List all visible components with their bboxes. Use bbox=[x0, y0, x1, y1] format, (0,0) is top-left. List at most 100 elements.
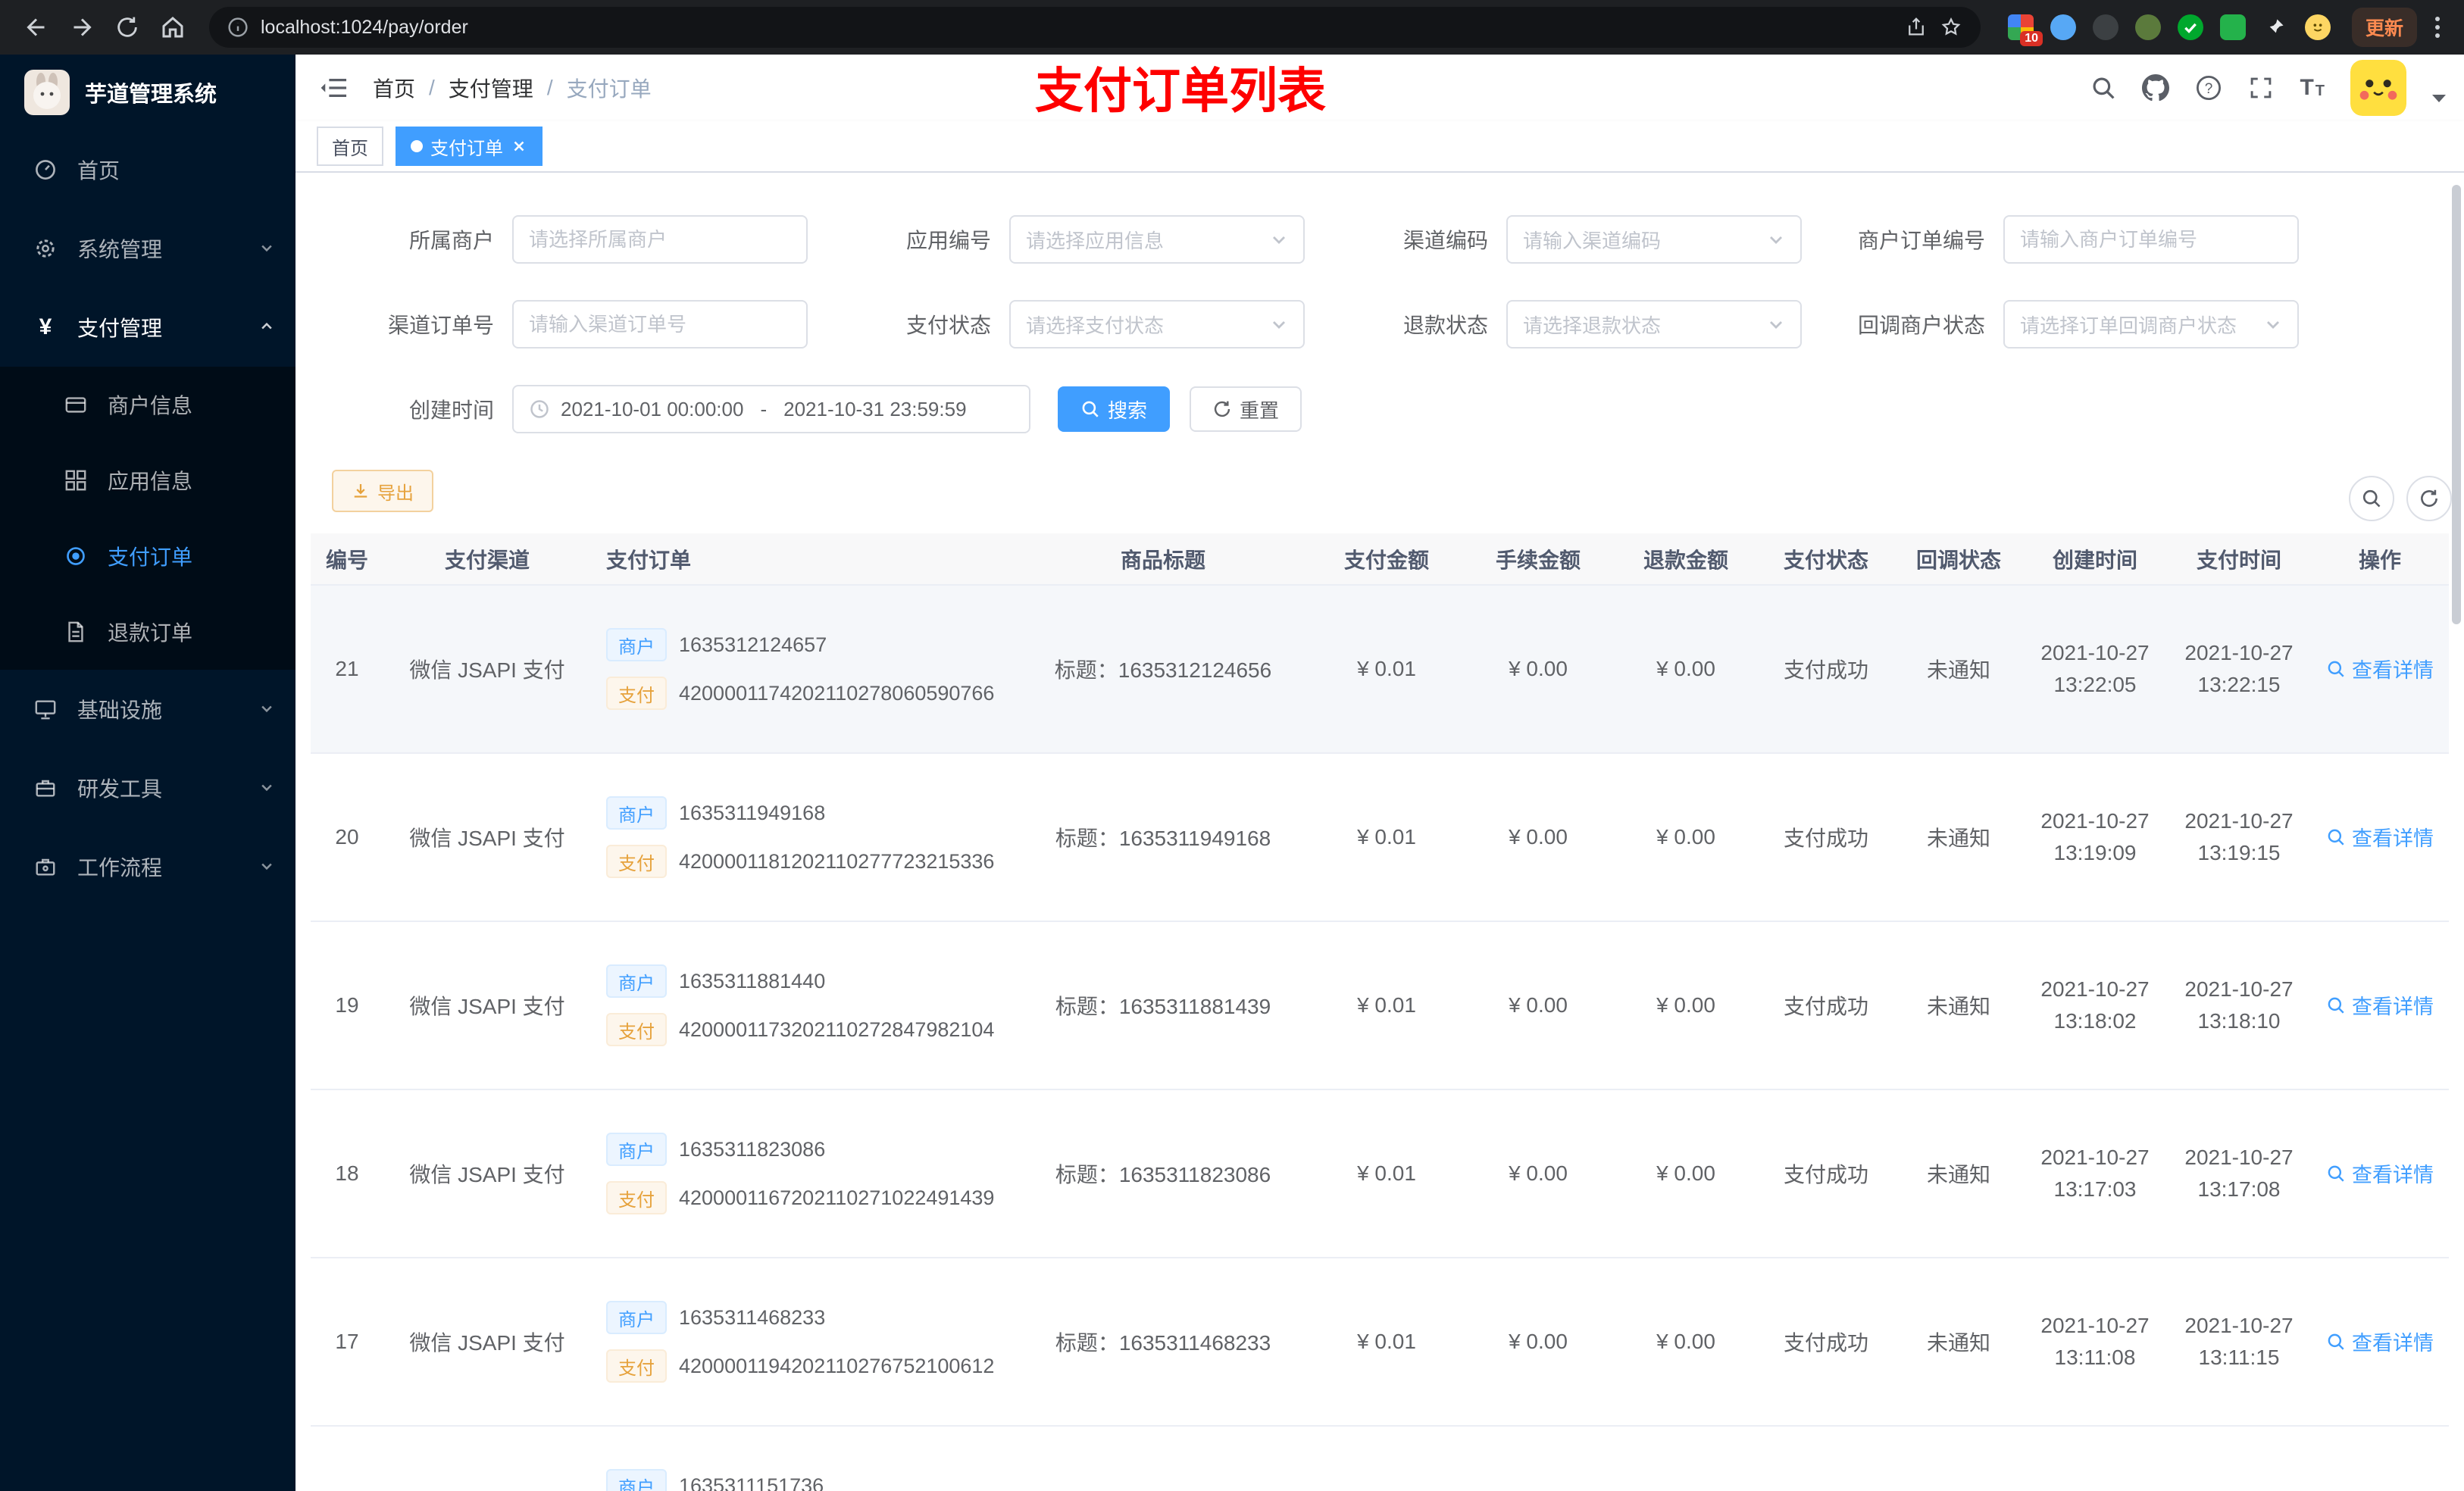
merchant-order-no-field[interactable] bbox=[2020, 227, 2282, 252]
date-range-picker[interactable]: 2021-10-01 00:00:00 - 2021-10-31 23:59:5… bbox=[512, 385, 1030, 433]
close-icon[interactable] bbox=[511, 138, 527, 155]
pay-status-select[interactable]: 请选择支付状态 bbox=[1009, 300, 1305, 349]
chevron-up-icon bbox=[259, 315, 274, 339]
grid-icon bbox=[64, 469, 88, 492]
refresh-table-button[interactable] bbox=[2406, 476, 2452, 521]
app-no-select[interactable]: 请选择应用信息 bbox=[1009, 215, 1305, 264]
breadcrumb-pay-order: 支付订单 bbox=[566, 77, 652, 101]
panel-tools bbox=[2349, 476, 2452, 521]
breadcrumb-pay-manage[interactable]: 支付管理 bbox=[449, 73, 533, 103]
address-bar[interactable]: localhost:1024/pay/order bbox=[209, 7, 1981, 48]
avatar-smiley-icon[interactable] bbox=[2304, 14, 2331, 40]
breadcrumb-home[interactable]: 首页 bbox=[373, 73, 415, 103]
fullscreen-icon[interactable] bbox=[2248, 75, 2274, 101]
browser-toolbar: localhost:1024/pay/order 10 更新 bbox=[0, 0, 2464, 55]
sidebar-item-workflow[interactable]: 工作流程 bbox=[0, 827, 295, 906]
sidebar-item-dev-tools[interactable]: 研发工具 bbox=[0, 749, 295, 827]
sidebar-item-refund-order[interactable]: 退款订单 bbox=[0, 594, 295, 670]
vertical-scrollbar-thumb[interactable] bbox=[2452, 185, 2461, 624]
table-toolbar: 导出 bbox=[311, 470, 2449, 512]
col-id: 编号 bbox=[311, 533, 383, 586]
sidebar-item-pay-order[interactable]: 支付订单 bbox=[0, 518, 295, 594]
sidebar-item-infra[interactable]: 基础设施 bbox=[0, 670, 295, 749]
tab-home[interactable]: 首页 bbox=[317, 127, 383, 166]
actions-cell: 查看详情 bbox=[2311, 753, 2449, 922]
view-detail-link[interactable]: 查看详情 bbox=[2326, 1327, 2434, 1356]
channel-order-no: 4200001194202110276752100612 bbox=[679, 1354, 995, 1377]
create-time: 2021-10-27 13:11:08 bbox=[2023, 1258, 2167, 1427]
sidebar-item-label: 商户信息 bbox=[108, 394, 193, 417]
view-detail-link[interactable]: 查看详情 bbox=[2326, 1158, 2434, 1188]
extension-badge: 10 bbox=[2020, 31, 2043, 46]
search-icon[interactable] bbox=[2090, 75, 2116, 101]
reset-button[interactable]: 重置 bbox=[1190, 386, 1302, 432]
channel-order-no-input[interactable] bbox=[512, 300, 808, 349]
fee-amount: ¥ 0.00 bbox=[1462, 1258, 1614, 1427]
active-dot-icon bbox=[411, 140, 423, 152]
sidebar-item-app-info[interactable]: 应用信息 bbox=[0, 442, 295, 518]
extension-check-icon[interactable] bbox=[2177, 14, 2203, 40]
collapse-sidebar-button[interactable] bbox=[320, 75, 349, 101]
extension-dark-icon[interactable] bbox=[2092, 14, 2118, 40]
channel-order-no-field[interactable] bbox=[529, 312, 791, 336]
filter-channel-code: 渠道编码 请输入渠道编码 bbox=[1305, 215, 1802, 264]
export-button[interactable]: 导出 bbox=[332, 470, 433, 512]
tab-pay-order[interactable]: 支付订单 bbox=[396, 127, 543, 166]
dashboard-icon bbox=[33, 158, 58, 181]
browser-update-button[interactable]: 更新 bbox=[2351, 8, 2417, 47]
sidebar-item-home[interactable]: 首页 bbox=[0, 130, 295, 209]
view-detail-link[interactable]: 查看详情 bbox=[2326, 654, 2434, 683]
tags-view-bar: 首页 支付订单 bbox=[295, 121, 2464, 173]
home-button[interactable] bbox=[152, 6, 194, 48]
forward-icon bbox=[73, 18, 92, 36]
refund-amount: ¥ 0.00 bbox=[1614, 921, 1758, 1090]
home-icon bbox=[162, 17, 183, 38]
avatar-caret-icon[interactable] bbox=[2432, 95, 2446, 102]
merchant-order-no-input[interactable] bbox=[2003, 215, 2299, 264]
col-create-time: 创建时间 bbox=[2023, 533, 2167, 586]
date-start: 2021-10-01 00:00:00 bbox=[561, 397, 744, 420]
user-avatar[interactable] bbox=[2350, 60, 2406, 116]
extension-grid-icon[interactable]: 10 bbox=[2007, 14, 2043, 46]
bookmark-star-icon[interactable] bbox=[1940, 16, 1962, 39]
pin-extension-icon[interactable] bbox=[2262, 14, 2288, 40]
order-id: 17 bbox=[311, 1258, 383, 1427]
extension-chat-icon[interactable] bbox=[2219, 14, 2246, 40]
smiley-face-icon bbox=[2313, 23, 2322, 32]
font-size-icon[interactable]: TT bbox=[2300, 77, 2325, 100]
channel-code-select[interactable]: 请输入渠道编码 bbox=[1506, 215, 1802, 264]
notify-status-select[interactable]: 请选择订单回调商户状态 bbox=[2003, 300, 2299, 349]
reload-button[interactable] bbox=[106, 6, 149, 48]
sidebar-item-payment[interactable]: ¥ 支付管理 bbox=[0, 288, 295, 367]
pay-time: 2021-10-27 13:22:15 bbox=[2167, 585, 2311, 754]
share-icon[interactable] bbox=[1905, 16, 1928, 39]
extension-olive-icon[interactable] bbox=[2134, 14, 2161, 40]
view-detail-link[interactable]: 查看详情 bbox=[2326, 822, 2434, 852]
merchant-input[interactable] bbox=[512, 215, 808, 264]
logo[interactable]: 芋道管理系统 bbox=[0, 55, 295, 130]
back-button[interactable] bbox=[15, 6, 58, 48]
pay-channel: 微信 JSAPI 支付 bbox=[383, 921, 591, 1090]
refund-amount: ¥ 0.00 bbox=[1614, 585, 1758, 754]
github-icon[interactable] bbox=[2142, 74, 2170, 102]
annotation-title: 支付订单列表 bbox=[1035, 64, 1326, 118]
order-id: 18 bbox=[311, 1089, 383, 1258]
chevron-down-icon bbox=[1770, 236, 1782, 244]
pay-order-cell: 商户 1635312124657 支付 4200001174202110278060… bbox=[591, 585, 1015, 754]
sidebar-item-system[interactable]: 系统管理 bbox=[0, 209, 295, 288]
refund-status-select[interactable]: 请选择退款状态 bbox=[1506, 300, 1802, 349]
check-icon bbox=[2184, 23, 2197, 33]
merchant-tag: 商户 bbox=[606, 1133, 667, 1166]
help-icon[interactable]: ? bbox=[2195, 74, 2222, 102]
sidebar-item-merchant-info[interactable]: 商户信息 bbox=[0, 367, 295, 442]
toggle-search-button[interactable] bbox=[2349, 476, 2394, 521]
search-button[interactable]: 搜索 bbox=[1058, 386, 1171, 432]
browser-menu-button[interactable] bbox=[2426, 11, 2449, 44]
extension-drop-icon[interactable] bbox=[2050, 14, 2076, 40]
forward-button[interactable] bbox=[61, 6, 103, 48]
merchant-input-field[interactable] bbox=[529, 227, 791, 252]
filter-channel-order-no: 渠道订单号 bbox=[311, 300, 808, 349]
col-title: 商品标题 bbox=[1015, 533, 1311, 586]
view-detail-link[interactable]: 查看详情 bbox=[2326, 990, 2434, 1020]
logo-image bbox=[24, 70, 70, 115]
